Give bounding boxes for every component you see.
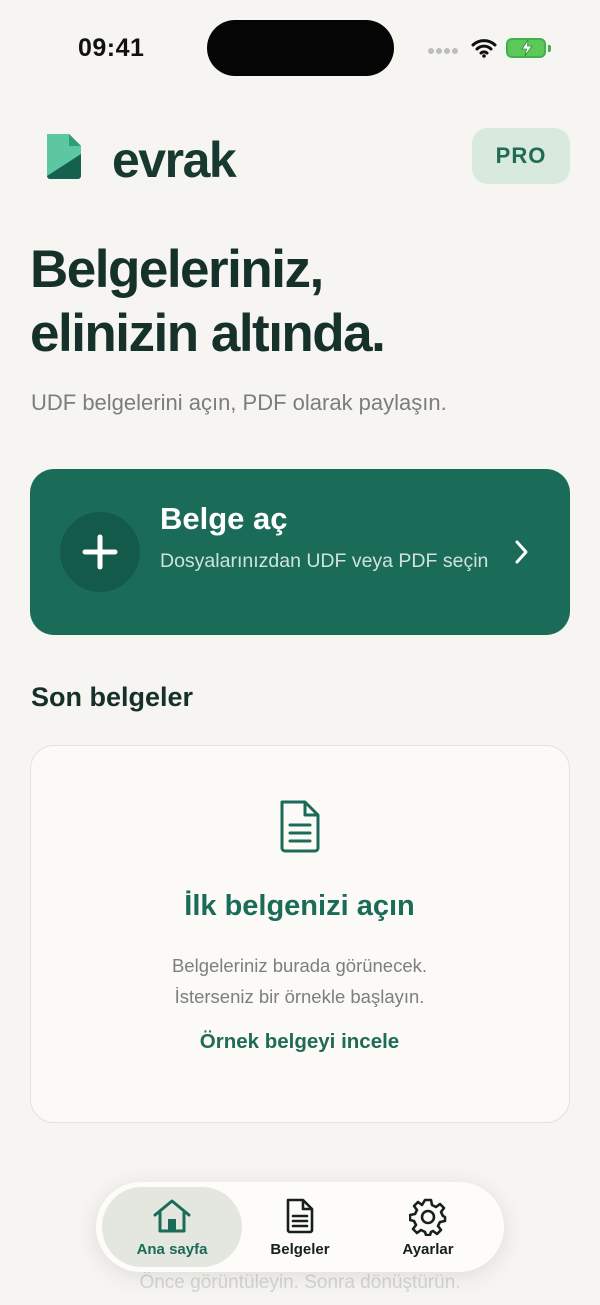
battery-cap: [548, 45, 551, 52]
empty-state-card: İlk belgenizi açın Belgeleriniz burada g…: [30, 745, 570, 1123]
tab-home[interactable]: Ana sayfa: [102, 1187, 242, 1267]
open-card-title: Belge aç: [160, 501, 288, 536]
tab-settings[interactable]: Ayarlar: [358, 1187, 498, 1267]
open-document-button[interactable]: Belge aç Dosyalarınızdan UDF veya PDF se…: [30, 469, 570, 635]
battery-icon: [506, 38, 546, 58]
chevron-right-icon: [515, 540, 528, 564]
charging-bolt-icon: [521, 40, 533, 56]
footer-hint: Önce görüntüleyin. Sonra dönüştürün.: [139, 1272, 461, 1293]
plus-icon: [82, 534, 118, 570]
tab-home-label: Ana sayfa: [136, 1241, 208, 1258]
status-icons: [428, 36, 552, 62]
sample-document-link[interactable]: Örnek belgeyi incele: [31, 1030, 568, 1054]
dynamic-island: [207, 20, 394, 76]
document-icon: [280, 800, 320, 853]
open-card-description: Dosyalarınızdan UDF veya PDF seçin: [160, 550, 489, 572]
tab-settings-label: Ayarlar: [402, 1241, 454, 1258]
empty-state-line-1: Belgeleriniz burada görünecek.: [171, 955, 428, 976]
pro-button[interactable]: PRO: [472, 128, 570, 184]
cellular-signal-icon: [428, 48, 460, 54]
empty-state-title: İlk belgenizi açın: [184, 890, 415, 922]
wifi-icon: [471, 39, 497, 58]
gear-icon: [409, 1198, 447, 1236]
tab-documents-label: Belgeler: [270, 1241, 330, 1258]
hero-subtitle: UDF belgelerini açın, PDF olarak paylaşı…: [31, 390, 447, 415]
hero-title-line-2: elinizin altında.: [30, 304, 386, 363]
home-icon: [153, 1199, 191, 1233]
plus-circle: [60, 512, 140, 592]
logo-icon: [47, 134, 81, 179]
empty-state-description: Belgeleriniz burada görünecek. İsterseni…: [31, 950, 568, 1012]
tab-documents[interactable]: Belgeler: [232, 1187, 368, 1267]
document-icon: [286, 1198, 314, 1234]
tab-bar: Ana sayfa Belgeler Ayarlar: [96, 1182, 504, 1272]
status-time: 09:41: [78, 34, 145, 62]
brand-name: evrak: [112, 132, 237, 188]
recent-documents-heading: Son belgeler: [31, 682, 194, 712]
hero-title: Belgeleriniz, elinizin altında.: [30, 238, 570, 366]
status-bar: 09:41: [0, 0, 600, 96]
empty-state-line-2: İsterseniz bir örnekle başlayın.: [174, 986, 425, 1007]
hero-title-line-1: Belgeleriniz,: [30, 240, 324, 299]
app-header: evrak PRO: [0, 120, 600, 200]
